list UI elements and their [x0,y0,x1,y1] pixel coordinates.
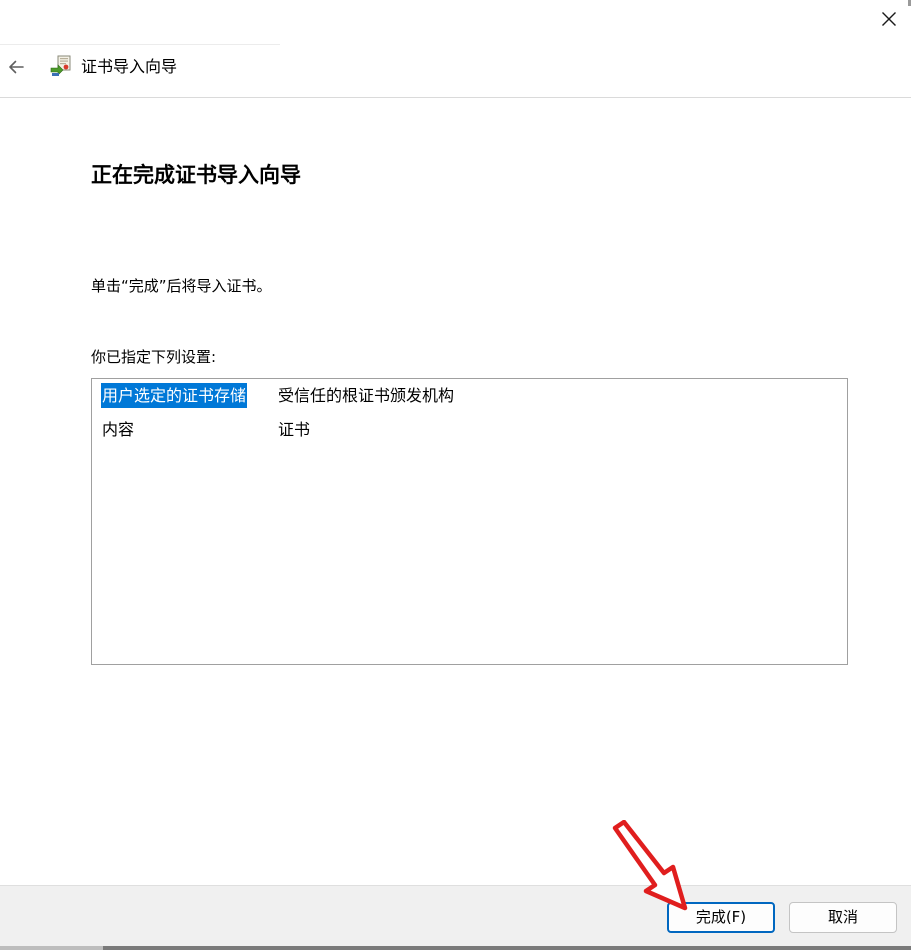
settings-row[interactable]: 用户选定的证书存储 受信任的根证书颁发机构 [101,383,841,408]
close-icon [881,12,896,26]
wizard-footer: 完成(F) 取消 [0,885,911,950]
close-button[interactable] [866,0,911,38]
settings-label: 你已指定下列设置: [91,348,217,366]
settings-row[interactable]: 内容 证书 [101,417,841,442]
wizard-header: 证书导入向导 [0,45,911,98]
taskbar-edge [0,946,911,950]
settings-key[interactable]: 内容 [101,417,135,442]
instruction-text: 单击“完成”后将导入证书。 [91,277,272,295]
certificate-wizard-icon [50,55,71,76]
taskbar-edge-dark [103,946,911,950]
finish-button[interactable]: 完成(F) [667,902,775,933]
page-title: 正在完成证书导入向导 [91,163,301,187]
settings-value: 受信任的根证书颁发机构 [278,386,455,405]
wizard-title: 证书导入向导 [81,57,178,76]
settings-value: 证书 [278,420,311,439]
settings-list[interactable]: 用户选定的证书存储 受信任的根证书颁发机构 内容 证书 [91,378,848,665]
back-button[interactable] [2,53,30,81]
back-arrow-icon [9,60,24,74]
cancel-button[interactable]: 取消 [789,902,897,933]
certificate-import-wizard-window: 证书导入向导 正在完成证书导入向导 单击“完成”后将导入证书。 你已指定下列设置… [0,0,911,950]
settings-key[interactable]: 用户选定的证书存储 [101,383,248,408]
